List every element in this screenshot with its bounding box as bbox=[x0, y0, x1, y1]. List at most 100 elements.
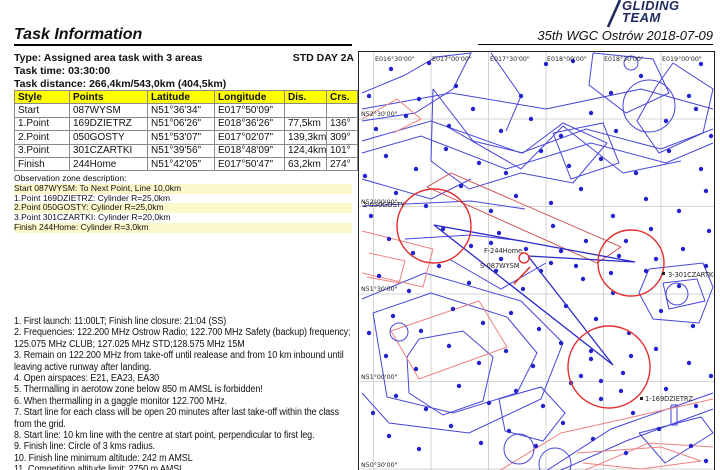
waypoint-dot bbox=[537, 327, 541, 331]
waypoint-label: 2-050GOSTY bbox=[363, 201, 406, 209]
waypoint-dot bbox=[389, 67, 393, 71]
waypoint-dot bbox=[639, 74, 643, 78]
rule-item: 3. Remain on 122.200 MHz from take-off u… bbox=[14, 350, 356, 373]
waypoint-dot bbox=[624, 451, 628, 455]
waypoint-table: StylePointsLatitudeLongitudeDis.Crs. Sta… bbox=[14, 90, 358, 171]
table-cell: 244Home bbox=[70, 157, 148, 170]
airspace-boundary bbox=[553, 123, 619, 179]
waypoint-label: F-244Home bbox=[484, 247, 522, 255]
waypoint-dot bbox=[471, 107, 475, 111]
column-header: Dis. bbox=[285, 91, 327, 104]
rule-item: 8. Start line: 10 km line with the centr… bbox=[14, 430, 356, 441]
waypoint-dot bbox=[594, 317, 598, 321]
waypoint-dot bbox=[531, 364, 535, 368]
task-type-line: Type: Assigned area task with 3 areas ST… bbox=[14, 52, 354, 64]
table-cell: E018°36'26" bbox=[215, 117, 285, 130]
waypoint-dot bbox=[419, 329, 423, 333]
table-cell: 050GOSTY bbox=[70, 131, 148, 144]
table-cell: N51°06'26" bbox=[148, 117, 215, 130]
column-header: Crs. bbox=[327, 91, 358, 104]
waypoint-dot bbox=[407, 289, 411, 293]
waypoint-dot bbox=[367, 331, 371, 335]
waypoint-dot bbox=[489, 241, 493, 245]
airspace-boundary bbox=[362, 273, 563, 433]
title-underline bbox=[14, 44, 352, 46]
waypoint-dot bbox=[387, 434, 391, 438]
waypoint-dot bbox=[519, 94, 523, 98]
table-cell: E017°50'47" bbox=[215, 157, 285, 170]
waypoint-dot bbox=[424, 407, 428, 411]
table-cell bbox=[327, 104, 358, 117]
waypoint-dot bbox=[451, 307, 455, 311]
waypoint-dot bbox=[707, 229, 711, 233]
airspace-circle bbox=[390, 323, 408, 341]
table-cell: E018°48'09" bbox=[215, 144, 285, 157]
rule-item: 10. Finish line minimum altitude: 242 m … bbox=[14, 453, 356, 464]
waypoint-dot bbox=[579, 187, 583, 191]
column-header: Style bbox=[15, 91, 70, 104]
waypoint-dot bbox=[414, 367, 418, 371]
waypoint-dot bbox=[689, 444, 693, 448]
task-cylinder bbox=[397, 189, 471, 263]
waypoint-dot bbox=[377, 274, 381, 278]
waypoint-dot bbox=[509, 311, 513, 315]
task-leg-lines bbox=[434, 225, 635, 365]
table-cell: 1.Point bbox=[15, 117, 70, 130]
waypoint-dot bbox=[437, 264, 441, 268]
waypoint-dot bbox=[559, 249, 563, 253]
waypoint-dot bbox=[477, 361, 481, 365]
waypoint-dot bbox=[384, 354, 388, 358]
waypoint-dot bbox=[657, 427, 661, 431]
table-cell: 139,3km bbox=[285, 131, 327, 144]
waypoint-dot bbox=[677, 209, 681, 213]
table-cell: 3.Point bbox=[15, 144, 70, 157]
waypoint-dot bbox=[514, 389, 518, 393]
waypoint-dot bbox=[654, 347, 658, 351]
table-cell: 63,2km bbox=[285, 157, 327, 170]
waypoint-dot bbox=[487, 401, 491, 405]
longitude-label: E018°30'00" bbox=[604, 55, 644, 63]
column-header: Longitude bbox=[215, 91, 285, 104]
waypoint-dot bbox=[687, 361, 691, 365]
table-cell: 301CZARTKI bbox=[70, 144, 148, 157]
waypoint-dot bbox=[619, 389, 623, 393]
waypoint-dot bbox=[367, 94, 371, 98]
waypoint-dot bbox=[504, 349, 508, 353]
airspace-boundary bbox=[639, 417, 713, 463]
waypoint-dot bbox=[479, 441, 483, 445]
column-header: Latitude bbox=[148, 91, 215, 104]
waypoint-dot bbox=[609, 91, 613, 95]
waypoint-dot bbox=[599, 397, 603, 401]
waypoint-dot bbox=[694, 107, 698, 111]
waypoint-dot bbox=[644, 197, 648, 201]
waypoint-dot bbox=[591, 437, 595, 441]
restricted-airspace-boundary bbox=[499, 399, 713, 470]
waypoint-marker-icon bbox=[662, 272, 665, 275]
waypoint-dot bbox=[709, 374, 713, 378]
restricted-airspace-boundary bbox=[583, 443, 713, 470]
rule-item: 4. Open airspaces: E21, EA23, EA30 bbox=[14, 373, 356, 384]
waypoint-dot bbox=[681, 247, 685, 251]
waypoint-dot bbox=[649, 227, 653, 231]
waypoint-dot bbox=[589, 111, 593, 115]
waypoint-dot bbox=[549, 261, 553, 265]
subtitle-underline bbox=[478, 44, 713, 45]
waypoint-dot bbox=[549, 201, 553, 205]
day-label: STD DAY 2A bbox=[293, 52, 354, 64]
task-time: Task time: 03:30:00 bbox=[14, 65, 354, 77]
logo-line2: TEAM bbox=[622, 12, 680, 24]
longitude-label: E017°00'00" bbox=[432, 55, 472, 63]
waypoint-dot bbox=[387, 237, 391, 241]
waypoint-dot bbox=[514, 194, 518, 198]
waypoint-dot bbox=[369, 214, 373, 218]
table-cell: N51°42'05" bbox=[148, 157, 215, 170]
table-row: 2.Point050GOSTYN51°53'07"E017°02'07"139,… bbox=[15, 131, 358, 144]
page-title: Task Information bbox=[14, 26, 142, 44]
waypoint-dot bbox=[621, 371, 625, 375]
waypoint-dot bbox=[581, 277, 585, 281]
task-map: E016°30'00"E017°00'00"E017°30'00"E018°00… bbox=[358, 51, 715, 470]
waypoint-dot bbox=[534, 444, 538, 448]
map-canvas: E016°30'00"E017°00'00"E017°30'00"E018°00… bbox=[359, 52, 714, 470]
table-cell: 087WYSM bbox=[70, 104, 148, 117]
waypoint-dot bbox=[599, 379, 603, 383]
